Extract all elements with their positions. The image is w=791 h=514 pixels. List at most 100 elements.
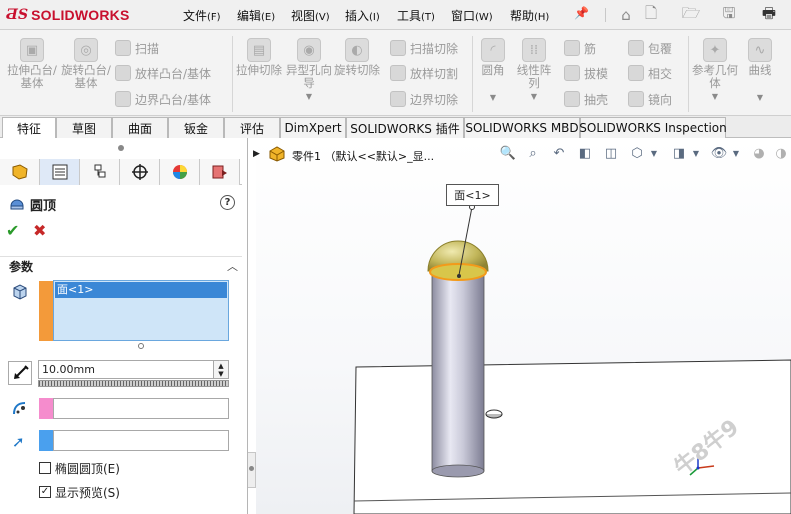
cancel-button[interactable]: ✖ (33, 221, 49, 240)
distance-spinner[interactable]: ▲ ▼ (213, 360, 229, 379)
parameters-section-header[interactable] (0, 256, 242, 276)
show-preview-label: 显示预览(S) (55, 486, 120, 500)
home-icon[interactable]: ⌂ (615, 4, 637, 26)
chevron-down-icon[interactable]: ▼ (306, 90, 312, 103)
boundary-boss-button[interactable]: 边界凸台/基体 (115, 88, 211, 110)
hole-wizard-button[interactable]: ◉ 异型孔向导 ▼ (284, 38, 334, 103)
dimxpert-manager-tab[interactable] (120, 159, 160, 185)
tab-sheet-metal[interactable]: 钣金 (168, 117, 224, 138)
chevron-down-icon[interactable]: ▼ (648, 143, 660, 163)
display-style-icon[interactable]: ◨ (668, 143, 690, 163)
chevron-down-icon[interactable]: ▼ (712, 90, 718, 103)
fillet-button[interactable]: ◜ 圆角 ▼ (476, 38, 510, 104)
tab-solidworks-inspection[interactable]: SOLIDWORKS Inspection (579, 117, 727, 138)
zoom-to-area-icon[interactable]: ⌕ (522, 143, 544, 163)
mirror-button[interactable]: 镜向 (628, 88, 672, 110)
tab-dimxpert[interactable]: DimXpert (280, 117, 346, 138)
chevron-down-icon[interactable]: ▼ (757, 91, 763, 104)
save-icon[interactable]: 🖫 (718, 4, 740, 26)
direction-field[interactable] (53, 430, 229, 451)
pin-icon[interactable]: 📌 (574, 6, 594, 24)
chevron-down-icon[interactable]: ▼ (531, 90, 537, 103)
distance-icon[interactable] (8, 361, 32, 385)
appearance-icon[interactable]: ◕ (748, 143, 770, 163)
chevron-down-icon[interactable]: ▼ (690, 143, 702, 163)
distance-thumbwheel[interactable] (38, 380, 229, 387)
previous-view-icon[interactable]: ↶ (548, 143, 570, 163)
curves-button[interactable]: ∿ 曲线 ▼ (740, 38, 780, 104)
configuration-manager-icon (94, 164, 105, 178)
cam-manager-tab[interactable] (200, 159, 240, 185)
chevron-down-icon[interactable]: ▼ (490, 91, 496, 104)
solidworks-logo[interactable]: ƋS SOLIDWORKS (6, 4, 156, 26)
configuration-manager-tab[interactable] (80, 159, 120, 185)
sweep-button[interactable]: 扫描 (115, 37, 159, 59)
shell-button[interactable]: 抽壳 (564, 88, 608, 110)
menu-tools[interactable]: 工具(T) (397, 7, 435, 24)
reference-geometry-button[interactable]: ✦ 参考几何体 ▼ (692, 38, 738, 103)
tab-evaluate[interactable]: 评估 (224, 117, 280, 138)
zoom-to-fit-icon[interactable]: 🔍 (497, 143, 519, 163)
distance-input[interactable]: 10.00mm (38, 360, 214, 379)
boundary-cut-button[interactable]: 边界切除 (390, 88, 458, 110)
constraint-point-field[interactable] (53, 398, 229, 419)
view-orientation-icon[interactable]: ⬡ (626, 143, 648, 163)
property-manager-tab[interactable] (40, 159, 80, 185)
loft-cut-button[interactable]: 放样切割 (390, 62, 458, 84)
tab-surfaces[interactable]: 曲面 (112, 117, 168, 138)
print-icon[interactable]: 🖶 (758, 4, 780, 26)
display-manager-tab[interactable] (160, 159, 200, 185)
wrap-button[interactable]: 包覆 (628, 37, 672, 59)
part-icon[interactable] (268, 145, 286, 163)
help-icon[interactable]: ? (220, 195, 235, 210)
chevron-down-icon[interactable]: ▼ (730, 143, 742, 163)
menu-window[interactable]: 窗口(W) (451, 7, 493, 24)
show-preview-checkbox[interactable]: ✓ (39, 486, 51, 498)
menu-file[interactable]: 文件(F) (183, 7, 221, 24)
tab-sketch[interactable]: 草图 (56, 117, 112, 138)
part-tree-label[interactable]: 零件1 （默认<<默认>_显... (292, 148, 434, 164)
open-folder-icon[interactable]: 🗁 (680, 4, 702, 26)
spin-down-icon[interactable]: ▼ (218, 370, 223, 378)
elliptical-dome-checkbox[interactable] (39, 462, 51, 474)
chevron-up-icon[interactable]: ︿ (227, 258, 238, 274)
loft-boss-button[interactable]: 放样凸台/基体 (115, 62, 211, 84)
ds-logo-icon: ƋS (6, 7, 29, 23)
intersect-icon (628, 65, 644, 81)
panel-collapse-handle[interactable] (118, 145, 124, 151)
menu-view[interactable]: 视图(V) (291, 7, 330, 24)
menu-edit[interactable]: 编辑(E) (237, 7, 275, 24)
feature-tree-icon (12, 164, 28, 180)
parameters-section-label: 参数 (9, 260, 34, 274)
section-view-icon[interactable]: ◧ (574, 143, 596, 163)
tab-solidworks-mbd[interactable]: SOLIDWORKS MBD (464, 117, 580, 138)
menu-help[interactable]: 帮助(H) (510, 7, 549, 24)
feature-tree-tab[interactable] (0, 159, 40, 185)
sweep-cut-button[interactable]: 扫描切除 (390, 37, 458, 59)
rib-button[interactable]: 筋 (564, 37, 596, 59)
dynamic-annotation-icon[interactable]: ◫ (600, 143, 622, 163)
ribbon-divider (232, 36, 233, 112)
revolve-boss-button[interactable]: ◎ 旋转凸台/基体 (60, 38, 112, 90)
spin-up-icon[interactable]: ▲ (218, 362, 223, 370)
tree-expand-arrow[interactable]: ▶ (253, 149, 260, 159)
toolbar-divider (605, 8, 606, 22)
list-resize-handle[interactable] (138, 343, 144, 349)
draft-button[interactable]: 拔模 (564, 62, 608, 84)
face-callout[interactable]: 面<1> (446, 184, 499, 206)
revolve-cut-button[interactable]: ◐ 旋转切除 (334, 38, 380, 77)
ok-button[interactable]: ✔ (6, 221, 22, 240)
splitter-handle[interactable] (249, 466, 254, 471)
tab-features[interactable]: 特征 (2, 117, 56, 138)
extrude-boss-button[interactable]: ▣ 拉伸凸台/基体 (6, 38, 58, 90)
intersect-button[interactable]: 相交 (628, 62, 672, 84)
tab-solidworks-addins[interactable]: SOLIDWORKS 插件 (346, 117, 464, 138)
cylinder-body[interactable] (431, 270, 485, 472)
extrude-cut-button[interactable]: ▤ 拉伸切除 (236, 38, 282, 77)
scene-icon[interactable]: ◑ (770, 143, 791, 163)
list-item[interactable]: 面<1> (55, 282, 227, 298)
hide-show-items-icon[interactable]: 👁 (708, 143, 730, 163)
linear-pattern-button[interactable]: ⁞⁞ 线性阵列 ▼ (514, 38, 554, 103)
new-document-icon[interactable]: 🗋 (640, 4, 662, 26)
menu-insert[interactable]: 插入(I) (345, 7, 380, 24)
